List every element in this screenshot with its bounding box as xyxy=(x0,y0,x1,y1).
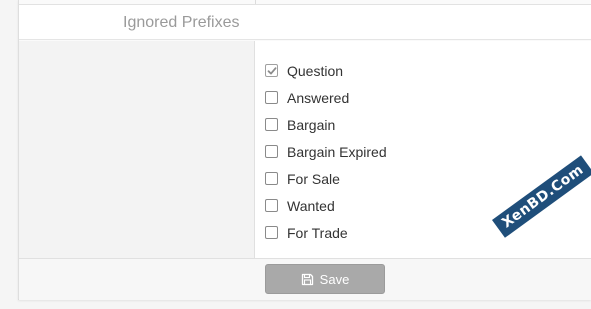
checkbox-checked[interactable] xyxy=(265,64,278,77)
prefix-label: For Trade xyxy=(287,224,348,241)
prefix-option-bargain-expired[interactable]: Bargain Expired xyxy=(265,138,387,165)
options-column: Question Answered Bargain Bargain Expire… xyxy=(255,41,591,258)
prefix-label: Bargain xyxy=(287,116,336,133)
section-header-row: Ignored Prefixes xyxy=(19,5,591,40)
prefix-option-for-sale[interactable]: For Sale xyxy=(265,165,387,192)
settings-panel: Ignored Prefixes Question Answered Barga… xyxy=(18,0,591,300)
save-button-label: Save xyxy=(319,271,350,287)
prefix-option-bargain[interactable]: Bargain xyxy=(265,111,387,138)
prefix-label: Bargain Expired xyxy=(287,143,387,160)
checkbox[interactable] xyxy=(265,118,278,131)
label-column xyxy=(19,41,255,258)
prefix-option-for-trade[interactable]: For Trade xyxy=(265,219,387,246)
form-footer: Save xyxy=(19,258,591,300)
top-column-divider xyxy=(255,0,256,4)
checkbox[interactable] xyxy=(265,199,278,212)
prefix-label: For Sale xyxy=(287,170,340,187)
prefix-option-question[interactable]: Question xyxy=(265,57,387,84)
checkbox[interactable] xyxy=(265,226,278,239)
prefix-option-wanted[interactable]: Wanted xyxy=(265,192,387,219)
prefix-label: Answered xyxy=(287,89,350,106)
checkbox[interactable] xyxy=(265,91,278,104)
prefix-checkbox-list: Question Answered Bargain Bargain Expire… xyxy=(265,57,387,246)
floppy-disk-icon xyxy=(301,273,313,285)
save-button[interactable]: Save xyxy=(265,264,385,294)
checkbox[interactable] xyxy=(265,145,278,158)
prefix-label: Question xyxy=(287,62,344,79)
section-title: Ignored Prefixes xyxy=(123,14,240,31)
page-canvas: Ignored Prefixes Question Answered Barga… xyxy=(0,0,591,309)
checkbox[interactable] xyxy=(265,172,278,185)
prefix-option-answered[interactable]: Answered xyxy=(265,84,387,111)
check-icon xyxy=(267,66,276,74)
prefix-label: Wanted xyxy=(287,197,335,214)
